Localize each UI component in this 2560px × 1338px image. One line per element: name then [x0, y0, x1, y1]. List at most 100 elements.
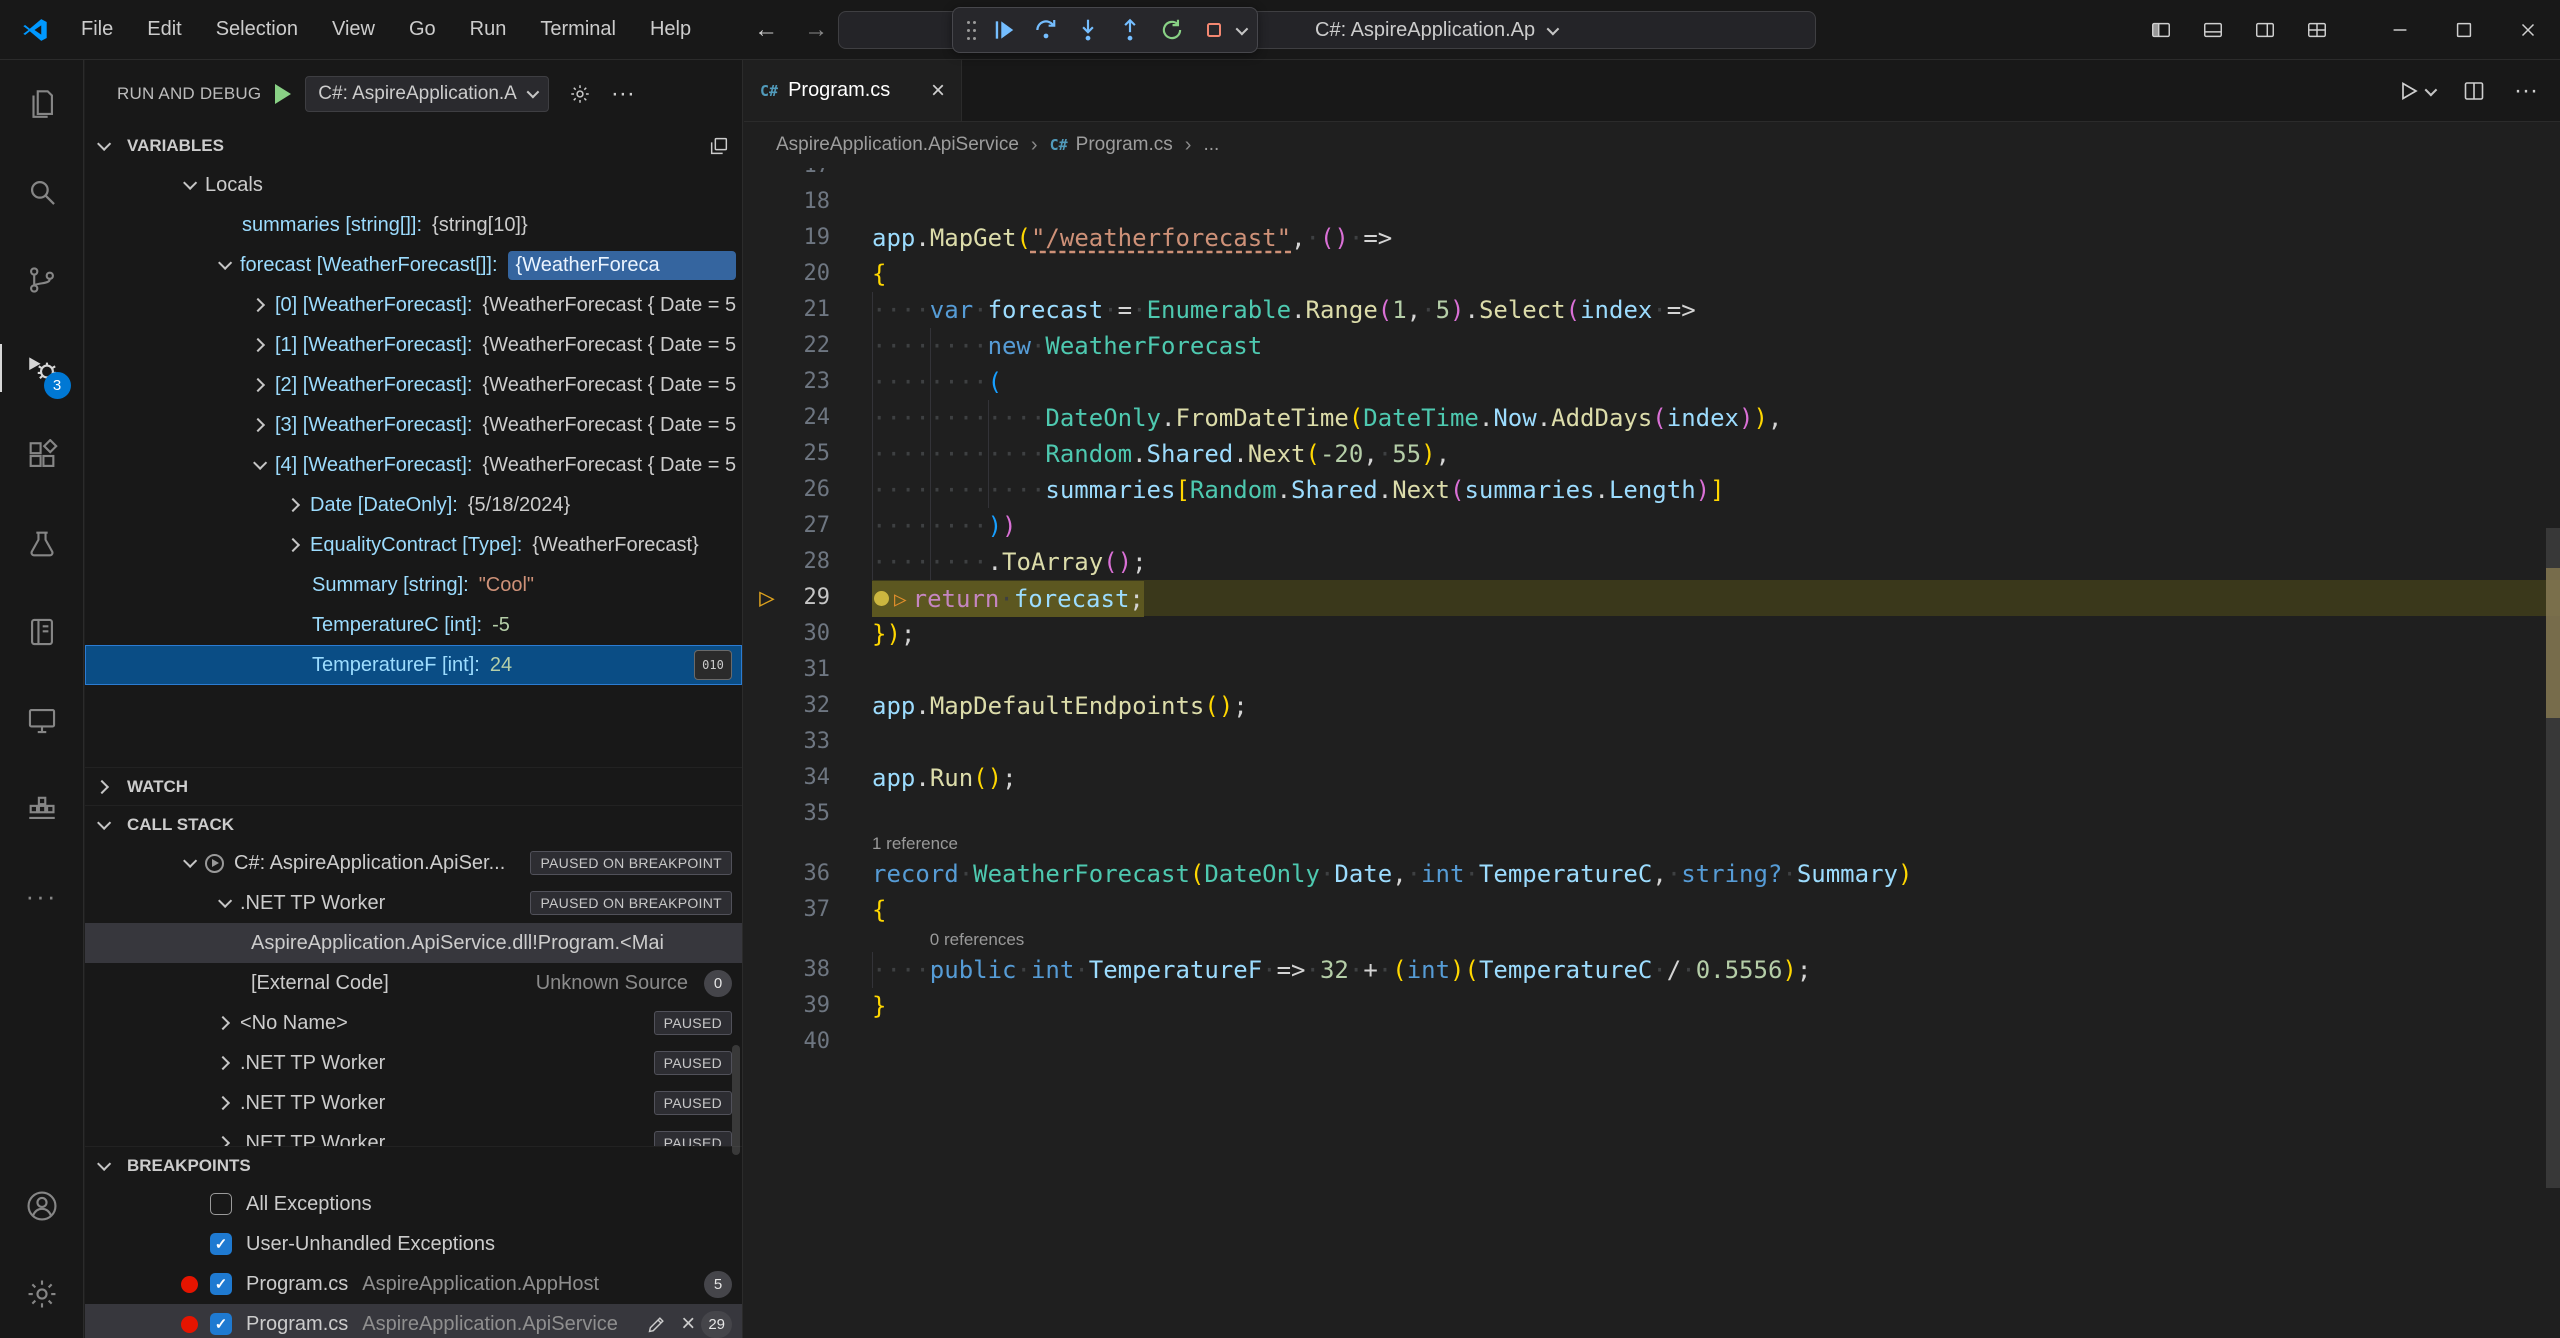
line-number[interactable]: 22	[790, 328, 830, 364]
code-line-17[interactable]: 17	[744, 168, 2560, 184]
extensions-icon[interactable]	[0, 412, 84, 500]
code-line-32[interactable]: 32app.MapDefaultEndpoints();	[744, 688, 2560, 724]
variable-row[interactable]: EqualityContract [Type]:{WeatherForecast…	[85, 525, 742, 565]
code-line-28[interactable]: 28········.ToArray();	[744, 544, 2560, 580]
code-text[interactable]: {	[872, 892, 886, 928]
code-text[interactable]: ············summaries[Random.Shared.Next…	[872, 472, 1725, 508]
glyph-margin[interactable]	[744, 256, 790, 292]
line-number[interactable]: 31	[790, 652, 830, 688]
variable-row[interactable]: [1] [WeatherForecast]:{WeatherForecast {…	[85, 325, 742, 365]
codelens[interactable]: 1 reference	[744, 832, 2560, 856]
gripper-icon[interactable]	[967, 21, 970, 24]
variable-value-selected[interactable]: {WeatherForeca	[508, 251, 736, 280]
variables-scope-row[interactable]: Locals	[85, 165, 742, 205]
line-number[interactable]: 25	[790, 436, 830, 472]
code-line-26[interactable]: 26············summaries[Random.Shared.Ne…	[744, 472, 2560, 508]
glyph-margin[interactable]	[744, 184, 790, 220]
close-window-button[interactable]	[2496, 0, 2560, 60]
more-views-icon[interactable]: ···	[0, 852, 84, 940]
code-line-33[interactable]: 33	[744, 724, 2560, 760]
line-number[interactable]: 24	[790, 400, 830, 436]
view-memory-icon[interactable]: 010	[694, 650, 732, 680]
line-number[interactable]: 20	[790, 256, 830, 292]
containers-icon[interactable]	[0, 764, 84, 852]
line-number[interactable]: 37	[790, 892, 830, 928]
code-line-31[interactable]: 31	[744, 652, 2560, 688]
line-number[interactable]: 19	[790, 220, 830, 256]
stop-button[interactable]	[1196, 12, 1232, 48]
code-line-38[interactable]: 38 ····public·int·TemperatureF·=>·32·+·(i…	[744, 952, 2560, 988]
search-icon[interactable]	[0, 148, 84, 236]
section-twisty-icon[interactable]	[95, 779, 109, 793]
code-text[interactable]: ············DateOnly.FromDateTime(DateTi…	[872, 400, 1782, 436]
glyph-margin[interactable]	[744, 508, 790, 544]
glyph-margin[interactable]	[744, 436, 790, 472]
editor-more-actions-button[interactable]: ···	[2514, 77, 2538, 105]
views-more-actions-button[interactable]: ···	[611, 80, 635, 108]
line-number[interactable]: 28	[790, 544, 830, 580]
close-tab-icon[interactable]: ×	[931, 79, 945, 103]
toggle-primary-sidebar-button[interactable]	[2150, 19, 2172, 41]
tab-program-cs[interactable]: C# Program.cs ×	[744, 60, 962, 121]
line-number[interactable]: 36	[790, 856, 830, 892]
code-line-24[interactable]: 24 ············DateOnly.FromDateTime(Date…	[744, 400, 2560, 436]
toggle-secondary-sidebar-button[interactable]	[2254, 19, 2276, 41]
edit-breakpoint-icon[interactable]	[647, 1314, 667, 1334]
twisty-collapsed-icon[interactable]	[286, 498, 300, 512]
call-stack-row[interactable]: <No Name>PAUSED	[85, 1003, 742, 1043]
breakpoint-row[interactable]: ✓Program.csAspireApplication.ApiService×…	[85, 1304, 742, 1338]
twisty-collapsed-icon[interactable]	[286, 538, 300, 552]
code-line-30[interactable]: 30});	[744, 616, 2560, 652]
code-text[interactable]: ········(	[872, 364, 1002, 400]
call-stack-row[interactable]: C#: AspireApplication.ApiSer...PAUSED ON…	[85, 843, 742, 883]
breadcrumb-item[interactable]: ...	[1203, 134, 1219, 156]
twisty-expanded-icon[interactable]	[218, 256, 232, 270]
customize-layout-button[interactable]	[2306, 19, 2328, 41]
source-control-icon[interactable]	[0, 236, 84, 324]
code-text[interactable]: ▷return·forecast;	[872, 580, 1144, 616]
call-stack-row[interactable]: [External Code]Unknown Source0	[85, 963, 742, 1003]
line-number[interactable]: 40	[790, 1024, 830, 1060]
variable-row[interactable]: [0] [WeatherForecast]:{WeatherForecast {…	[85, 285, 742, 325]
sidebar-scrollbar[interactable]	[732, 1045, 740, 1155]
run-and-debug-icon[interactable]: 3	[0, 324, 84, 412]
glyph-margin[interactable]	[744, 724, 790, 760]
line-number[interactable]: 21	[790, 292, 830, 328]
breadcrumb-item[interactable]: C#Program.cs	[1050, 134, 1173, 156]
variable-row[interactable]: Summary [string]:"Cool"	[85, 565, 742, 605]
maximize-button[interactable]	[2432, 0, 2496, 60]
line-number[interactable]: 38	[790, 952, 830, 988]
continue-button[interactable]	[986, 12, 1022, 48]
code-text[interactable]: ········new·WeatherForecast	[872, 328, 1262, 364]
code-text[interactable]: ········))	[872, 508, 1017, 544]
debug-settings-gear-icon[interactable]	[569, 83, 591, 105]
glyph-margin[interactable]	[744, 988, 790, 1024]
line-number[interactable]: 27	[790, 508, 830, 544]
section-twisty-icon[interactable]	[97, 815, 111, 829]
menu-file[interactable]: File	[64, 0, 130, 59]
section-twisty-icon[interactable]	[97, 1156, 111, 1170]
code-text[interactable]: ············Random.Shared.Next(-20,·55),	[872, 436, 1450, 472]
breakpoint-checkbox[interactable]: ✓	[210, 1273, 232, 1295]
code-text[interactable]: }	[872, 988, 886, 1024]
glyph-margin[interactable]	[744, 328, 790, 364]
twisty-expanded-icon[interactable]	[253, 456, 267, 470]
glyph-margin[interactable]	[744, 856, 790, 892]
menu-run[interactable]: Run	[453, 0, 524, 59]
run-or-debug-button[interactable]	[2397, 79, 2434, 103]
testing-icon[interactable]	[0, 500, 84, 588]
twisty-expanded-icon[interactable]	[183, 176, 197, 190]
twisty-collapsed-icon[interactable]	[216, 1056, 230, 1070]
variable-row[interactable]: TemperatureF [int]:24010	[85, 645, 742, 685]
back-button[interactable]: ←	[754, 16, 778, 44]
menu-selection[interactable]: Selection	[199, 0, 315, 59]
minimize-button[interactable]	[2368, 0, 2432, 60]
line-number[interactable]: 39	[790, 988, 830, 1024]
breakpoint-checkbox[interactable]	[210, 1193, 232, 1215]
line-number[interactable]: 29	[790, 580, 830, 616]
call-stack-row[interactable]: .NET TP WorkerPAUSED ON BREAKPOINT	[85, 883, 742, 923]
twisty-collapsed-icon[interactable]	[216, 1136, 230, 1146]
twisty-collapsed-icon[interactable]	[216, 1096, 230, 1110]
code-line-37[interactable]: 37 {	[744, 892, 2560, 928]
code-text[interactable]: ····public·int·TemperatureF·=>·32·+·(int…	[872, 952, 1811, 988]
